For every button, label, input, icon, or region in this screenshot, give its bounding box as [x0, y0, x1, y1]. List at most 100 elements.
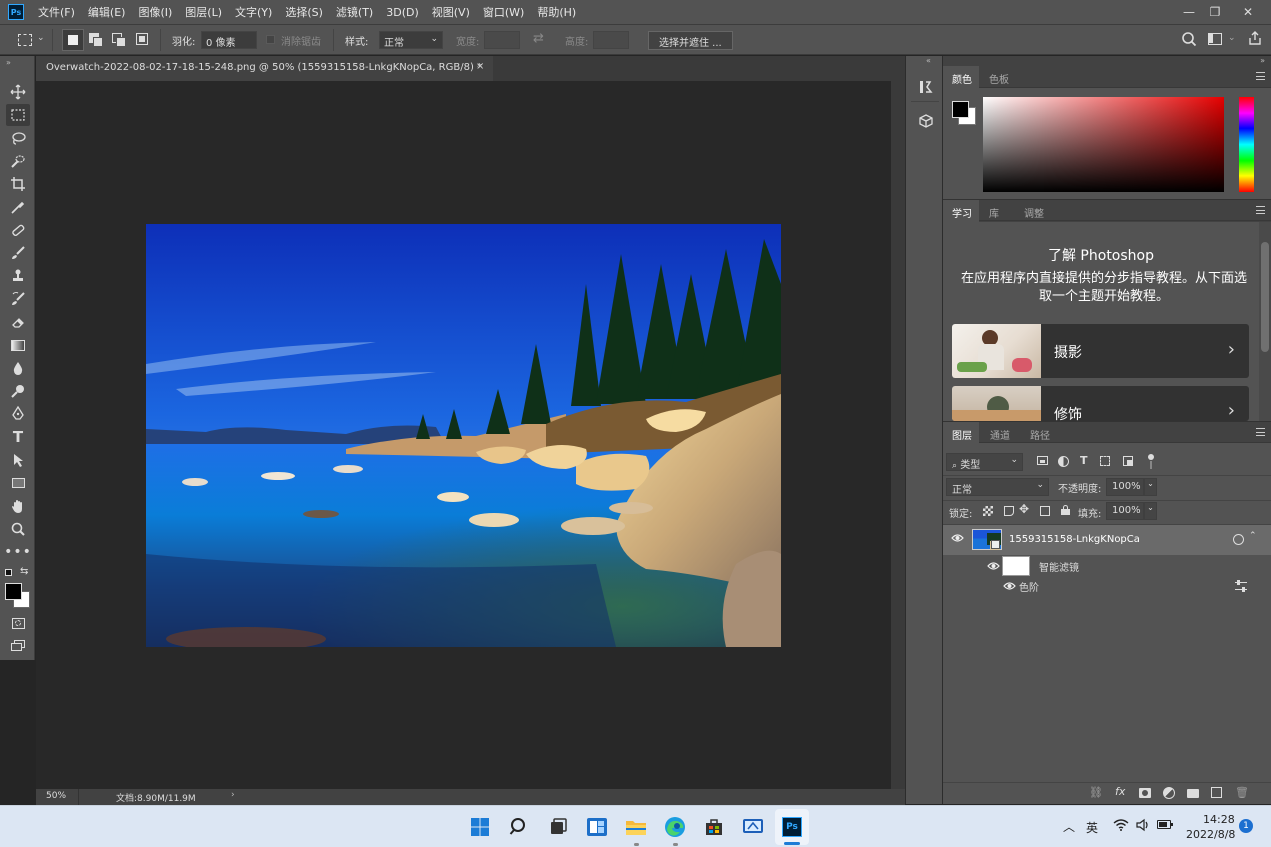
zoom-level[interactable]: 50% [46, 791, 66, 801]
3d-panel-icon[interactable] [918, 113, 934, 132]
delete-layer-icon[interactable]: 🗑 [1235, 786, 1249, 799]
menu-window[interactable]: 窗口(W) [483, 4, 524, 20]
tab-swatches[interactable]: 色板 [989, 71, 1009, 86]
select-and-mask-button[interactable]: 选择并遮住 ... [648, 31, 733, 50]
volume-icon[interactable] [1135, 818, 1151, 835]
quick-mask-icon[interactable] [6, 612, 30, 634]
new-adjustment-layer-icon[interactable] [1163, 787, 1175, 799]
feather-input[interactable]: 0 像素 [201, 31, 257, 49]
store-icon[interactable] [701, 814, 727, 840]
menu-image[interactable]: 图像(I) [138, 4, 172, 20]
more-tools-icon[interactable]: ••• [4, 541, 31, 563]
eraser-tool-icon[interactable] [6, 311, 30, 333]
gradient-tool-icon[interactable] [6, 334, 30, 356]
collapse-icon[interactable]: » [1260, 56, 1265, 65]
share-icon[interactable] [1247, 30, 1263, 49]
fx-icon[interactable]: fx [1115, 785, 1125, 798]
blend-mode-select[interactable]: 正常 ⌄ [946, 478, 1049, 496]
close-tab-icon[interactable]: × [476, 61, 484, 72]
lock-artboard-icon[interactable] [1040, 506, 1050, 516]
menu-filter[interactable]: 滤镜(T) [336, 4, 373, 20]
rectangular-marquee-tool-icon[interactable] [6, 104, 30, 126]
filter-smart-object-icon[interactable] [1123, 456, 1133, 466]
lock-transparency-icon[interactable] [983, 506, 993, 516]
quick-selection-tool-icon[interactable] [6, 150, 30, 172]
remote-desktop-icon[interactable] [740, 814, 766, 840]
default-colors-icon[interactable] [5, 569, 12, 576]
filter-toggle-icon[interactable] [1148, 454, 1154, 460]
visibility-eye-icon[interactable] [1003, 581, 1017, 591]
panel-menu-icon[interactable] [1256, 72, 1265, 80]
visibility-eye-icon[interactable] [987, 561, 1001, 571]
filter-adjustment-icon[interactable] [1058, 456, 1069, 467]
menu-help[interactable]: 帮助(H) [537, 4, 576, 20]
menu-3d[interactable]: 3D(D) [386, 6, 419, 19]
layers-empty-area[interactable] [943, 595, 1271, 781]
chevron-down-icon[interactable]: ⌄ [1228, 33, 1236, 43]
edge-icon[interactable] [662, 814, 688, 840]
rectangle-tool-icon[interactable] [6, 472, 30, 494]
lock-all-icon[interactable] [1061, 505, 1070, 515]
photoshop-taskbar-icon[interactable]: Ps [779, 814, 805, 840]
filter-blending-options-icon[interactable] [1235, 580, 1247, 592]
learn-scrollbar[interactable] [1259, 222, 1271, 421]
opacity-input[interactable]: 100% [1106, 478, 1144, 496]
chevron-right-icon[interactable]: › [231, 790, 235, 800]
hand-tool-icon[interactable] [6, 495, 30, 517]
filter-pixel-icon[interactable] [1037, 456, 1048, 465]
learn-card-retouching[interactable]: 修饰 › [952, 386, 1249, 421]
chevron-down-icon[interactable]: ⌄ [1144, 502, 1157, 520]
new-layer-icon[interactable] [1211, 787, 1222, 798]
antialias-checkbox[interactable] [266, 35, 275, 44]
restore-button[interactable]: ❐ [1200, 0, 1230, 24]
lasso-tool-icon[interactable] [6, 127, 30, 149]
search-icon[interactable] [1181, 31, 1197, 50]
layer-row[interactable]: 1559315158-LnkgKNopCa ⌃ [943, 525, 1271, 555]
intersect-selection-button[interactable] [136, 33, 148, 45]
smart-filters-row[interactable]: 智能滤镜 [943, 555, 1271, 577]
chevron-down-icon[interactable]: ⌄ [37, 33, 45, 43]
marquee-tool-preset-icon[interactable] [18, 34, 32, 46]
collapse-toolbar-icon[interactable]: » [6, 58, 11, 67]
panel-menu-icon[interactable] [1256, 206, 1265, 214]
filter-type-icon[interactable]: T [1080, 454, 1088, 467]
lock-position-icon[interactable]: ✥ [1019, 502, 1029, 516]
tab-layers[interactable]: 图层 [952, 427, 972, 442]
tab-paths[interactable]: 路径 [1030, 427, 1050, 442]
add-mask-icon[interactable] [1139, 788, 1151, 798]
learn-card-photography[interactable]: 摄影 › [952, 324, 1249, 378]
menu-select[interactable]: 选择(S) [285, 4, 323, 20]
history-panel-icon[interactable] [918, 79, 934, 98]
layer-filter-select[interactable]: ⌕ 类型 ⌄ [946, 453, 1023, 471]
brush-tool-icon[interactable] [6, 242, 30, 264]
filter-row[interactable]: 色阶 [943, 577, 1271, 595]
collapse-panels-icon[interactable]: « [926, 56, 931, 65]
type-tool-icon[interactable]: T [6, 426, 30, 448]
subtract-selection-button[interactable] [112, 33, 126, 47]
fill-input[interactable]: 100% [1106, 502, 1144, 520]
healing-brush-tool-icon[interactable] [6, 219, 30, 241]
search-icon[interactable] [506, 814, 532, 840]
screen-mode-icon[interactable] [6, 635, 30, 657]
menu-view[interactable]: 视图(V) [432, 4, 470, 20]
tab-channels[interactable]: 通道 [990, 427, 1010, 442]
height-input[interactable] [593, 31, 629, 49]
workspace-icon[interactable] [1208, 33, 1222, 45]
foreground-color-swatch[interactable] [952, 101, 969, 118]
tab-libraries[interactable]: 库 [989, 205, 999, 220]
smart-filter-link-icon[interactable] [1233, 534, 1244, 545]
lock-pixels-icon[interactable] [1004, 506, 1014, 516]
eyedropper-tool-icon[interactable] [6, 196, 30, 218]
path-selection-tool-icon[interactable] [6, 449, 30, 471]
swap-dimensions-icon[interactable]: ⇄ [533, 31, 544, 46]
color-field[interactable] [983, 97, 1224, 192]
tab-color[interactable]: 颜色 [952, 71, 972, 86]
vertical-scrollbar[interactable] [891, 81, 905, 789]
battery-icon[interactable] [1157, 820, 1173, 829]
chevron-down-icon[interactable]: ⌄ [1144, 478, 1157, 496]
style-select[interactable]: 正常 ⌄ [379, 31, 443, 49]
panel-menu-icon[interactable] [1256, 428, 1265, 436]
move-tool-icon[interactable] [6, 81, 30, 103]
menu-type[interactable]: 文字(Y) [235, 4, 272, 20]
new-selection-button[interactable] [62, 29, 84, 51]
